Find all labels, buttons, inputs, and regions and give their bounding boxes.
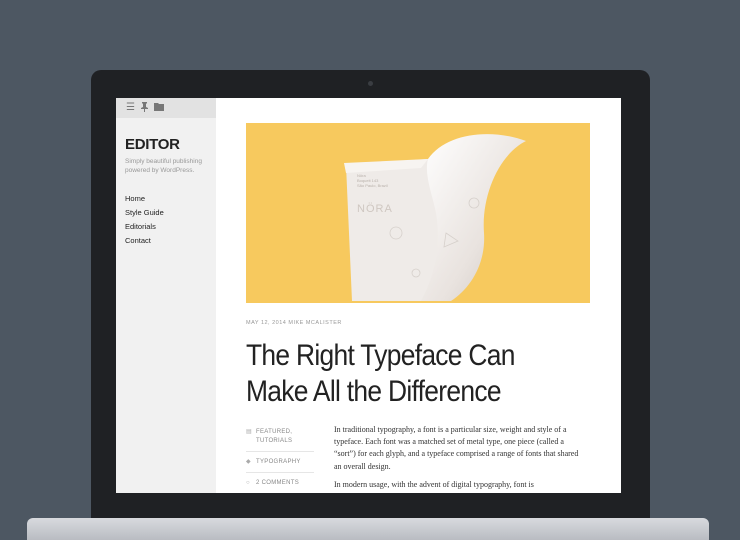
nav-item-style-guide[interactable]: Style Guide xyxy=(125,206,164,220)
folder-icon[interactable] xyxy=(154,102,164,115)
post-body: In traditional typography, a font is a p… xyxy=(334,424,586,493)
comments-label[interactable]: 2 COMMENTS xyxy=(256,480,299,486)
comments-item: ○ 2 COMMENTS xyxy=(246,479,314,493)
main-nav: Home Style Guide Editorials Contact xyxy=(125,192,164,248)
pin-icon[interactable] xyxy=(140,102,149,116)
laptop-camera xyxy=(368,81,373,86)
tags-item: ◆ TYPOGRAPHY xyxy=(246,458,314,473)
folder-icon: ▤ xyxy=(246,429,252,435)
paragraph: In traditional typography, a font is a p… xyxy=(334,425,579,471)
post-taxonomy: ▤ FEATURED, TUTORIALS ◆ TYPOGRAPHY ○ 2 C… xyxy=(246,428,314,493)
paper-line: São Paulo, Brazil xyxy=(357,183,388,188)
main-content: Nöra Boqueit 143 São Paulo, Brazil NÖRA … xyxy=(216,98,621,493)
sidebar: ☰ EDITOR Simply beautiful publishing pow… xyxy=(116,98,216,493)
sidebar-toolbar: ☰ xyxy=(116,98,216,118)
nav-item-editorials[interactable]: Editorials xyxy=(125,220,164,234)
categories-label[interactable]: FEATURED, TUTORIALS xyxy=(256,429,292,444)
paper-illustration xyxy=(344,134,526,301)
tags-label[interactable]: TYPOGRAPHY xyxy=(256,459,301,465)
paper-logo: NÖRA xyxy=(357,203,393,215)
browser-screen: ☰ EDITOR Simply beautiful publishing pow… xyxy=(116,98,621,493)
nav-item-home[interactable]: Home xyxy=(125,192,164,206)
paper-address: Nöra Boqueit 143 São Paulo, Brazil xyxy=(357,173,388,188)
comment-icon: ○ xyxy=(246,480,250,486)
site-description: Simply beautiful publishing powered by W… xyxy=(125,158,202,174)
categories-item: ▤ FEATURED, TUTORIALS xyxy=(246,428,314,452)
site-title[interactable]: EDITOR xyxy=(125,136,180,153)
featured-image[interactable]: Nöra Boqueit 143 São Paulo, Brazil NÖRA xyxy=(246,123,590,303)
laptop-base xyxy=(27,518,709,540)
post-meta[interactable]: MAY 12, 2014 MIKE MCALISTER xyxy=(246,320,342,326)
post-title[interactable]: The Right Typeface Can Make All the Diff… xyxy=(246,338,563,410)
tag-icon: ◆ xyxy=(246,459,251,465)
paragraph: In modern usage, with the advent of digi… xyxy=(334,479,534,489)
menu-icon[interactable]: ☰ xyxy=(126,102,135,114)
nav-item-contact[interactable]: Contact xyxy=(125,234,164,248)
